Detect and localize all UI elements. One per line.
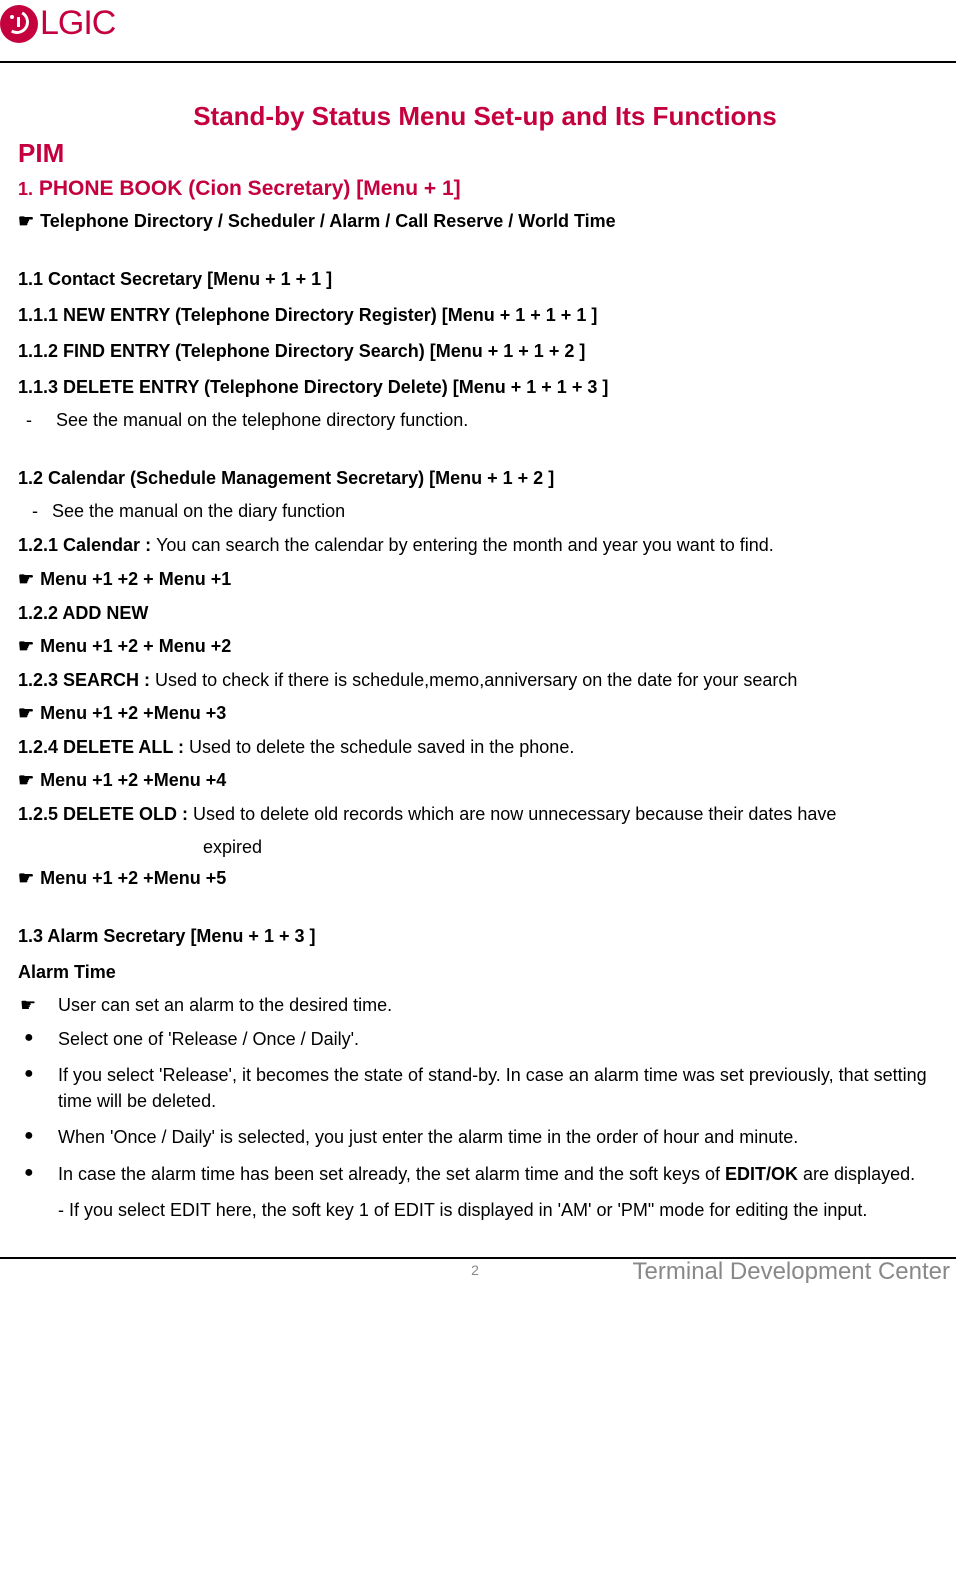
- menu-path: Menu +1 +2 +Menu +4: [40, 770, 226, 790]
- section-1-2-2-menu: ☛ Menu +1 +2 + Menu +2: [18, 636, 952, 657]
- pointer-icon: ☛: [18, 211, 34, 231]
- text: If you select 'Release', it becomes the …: [58, 1062, 952, 1114]
- section-1-1-2: 1.1.2 FIND ENTRY (Telephone Directory Se…: [18, 338, 952, 364]
- brand-text: LGIC: [40, 4, 115, 43]
- section-1-heading: 1. PHONE BOOK (Cion Secretary) [Menu + 1…: [18, 177, 952, 201]
- text: Select one of 'Release / Once / Daily'.: [58, 1026, 952, 1052]
- page-title: Stand-by Status Menu Set-up and Its Func…: [18, 101, 952, 132]
- pointer-icon: ☛: [18, 636, 34, 656]
- alarm-user-note: ☛ User can set an alarm to the desired t…: [18, 995, 952, 1016]
- section-1-2-5: 1.2.5 DELETE OLD : Used to delete old re…: [18, 801, 952, 827]
- alarm-time-label: Alarm Time: [18, 959, 952, 985]
- label: 1.2.1 Calendar :: [18, 535, 156, 555]
- section-title: PHONE BOOK (Cion Secretary) [Menu + 1]: [33, 177, 461, 200]
- section-1-2-4-menu: ☛ Menu +1 +2 +Menu +4: [18, 770, 952, 791]
- edit-ok: EDIT/OK: [725, 1164, 798, 1184]
- desc: Used to delete old records which are now…: [193, 804, 836, 824]
- pointer-icon: ☛: [18, 995, 58, 1016]
- alarm-bullet-1: ● Select one of 'Release / Once / Daily'…: [18, 1026, 952, 1052]
- section-1-1-heading: 1.1 Contact Secretary [Menu + 1 + 1 ]: [18, 266, 952, 292]
- section-1-2-heading: 1.2 Calendar (Schedule Management Secret…: [18, 465, 952, 491]
- page-footer: 2 Terminal Development Center: [0, 1259, 956, 1283]
- note-text: See the manual on the diary function: [52, 501, 345, 521]
- edit-1: EDIT: [170, 1200, 211, 1220]
- text: User can set an alarm to the desired tim…: [58, 995, 952, 1016]
- section-1-2-5-menu: ☛ Menu +1 +2 +Menu +5: [18, 868, 952, 889]
- menu-path: Menu +1 +2 +Menu +3: [40, 703, 226, 723]
- document-body: Stand-by Status Menu Set-up and Its Func…: [0, 63, 956, 1223]
- menu-path: Menu +1 +2 + Menu +2: [40, 636, 231, 656]
- text: When 'Once / Daily' is selected, you jus…: [58, 1124, 952, 1150]
- menu-path: Menu +1 +2 +Menu +5: [40, 868, 226, 888]
- section-1-1-3: 1.1.3 DELETE ENTRY (Telephone Directory …: [18, 374, 952, 400]
- section-1-2-2: 1.2.2 ADD NEW: [18, 600, 952, 626]
- label: 1.2.3 SEARCH :: [18, 670, 155, 690]
- bullet-icon: ●: [18, 1062, 58, 1085]
- edit-2: EDIT: [394, 1200, 435, 1220]
- section-1-2-4: 1.2.4 DELETE ALL : Used to delete the sc…: [18, 734, 952, 760]
- alarm-bullet-4: ● In case the alarm time has been set al…: [18, 1161, 952, 1187]
- label: 1.2.5 DELETE OLD :: [18, 804, 193, 824]
- menu-path: Menu +1 +2 + Menu +1: [40, 569, 231, 589]
- bullet-icon: ●: [18, 1026, 58, 1049]
- lg-logo-icon: [0, 5, 38, 43]
- mid: here, the soft key 1 of: [211, 1200, 394, 1220]
- alarm-bullet-3: ● When 'Once / Daily' is selected, you j…: [18, 1124, 952, 1150]
- dash-icon: -: [32, 501, 38, 521]
- dash-icon: -: [26, 410, 32, 430]
- pre: - If you select: [58, 1200, 170, 1220]
- section-1-2-1-menu: ☛ Menu +1 +2 + Menu +1: [18, 569, 952, 590]
- section-pim: PIM: [18, 138, 952, 169]
- section-1-2-3-menu: ☛ Menu +1 +2 +Menu +3: [18, 703, 952, 724]
- section-1-1-1: 1.1.1 NEW ENTRY (Telephone Directory Reg…: [18, 302, 952, 328]
- section-1-2-5-cont: expired: [18, 837, 952, 858]
- desc: Used to delete the schedule saved in the…: [189, 737, 574, 757]
- footer-org: Terminal Development Center: [479, 1259, 950, 1283]
- alarm-bullet-2: ● If you select 'Release', it becomes th…: [18, 1062, 952, 1114]
- text: In case the alarm time has been set alre…: [58, 1161, 952, 1187]
- subhead-text: Telephone Directory / Scheduler / Alarm …: [40, 211, 616, 231]
- brand-header: LGIC: [0, 0, 956, 43]
- bullet-icon: ●: [18, 1124, 58, 1147]
- section-1-3-heading: 1.3 Alarm Secretary [Menu + 1 + 3 ]: [18, 923, 952, 949]
- post: is displayed in 'AM' or 'PM" mode for ed…: [435, 1200, 868, 1220]
- pointer-icon: ☛: [18, 868, 34, 888]
- section-1-2-note: -See the manual on the diary function: [18, 501, 952, 522]
- note-text: See the manual on the telephone director…: [56, 410, 468, 430]
- bullet-icon: ●: [18, 1161, 58, 1184]
- pre: In case the alarm time has been set alre…: [58, 1164, 725, 1184]
- section-1-2-1: 1.2.1 Calendar : You can search the cale…: [18, 532, 952, 558]
- pointer-icon: ☛: [18, 569, 34, 589]
- alarm-bullet-4-sub: - If you select EDIT here, the soft key …: [18, 1197, 952, 1223]
- post: are displayed.: [798, 1164, 915, 1184]
- section-1-2-3: 1.2.3 SEARCH : Used to check if there is…: [18, 667, 952, 693]
- desc: You can search the calendar by entering …: [156, 535, 774, 555]
- label: 1.2.4 DELETE ALL :: [18, 737, 189, 757]
- section-1-subhead: ☛ Telephone Directory / Scheduler / Alarm…: [18, 211, 952, 232]
- pointer-icon: ☛: [18, 703, 34, 723]
- desc: Used to check if there is schedule,memo,…: [155, 670, 797, 690]
- page-number: 2: [471, 1262, 479, 1278]
- section-1-1-note: - See the manual on the telephone directo…: [18, 410, 952, 431]
- section-number: 1.: [18, 179, 33, 199]
- pointer-icon: ☛: [18, 770, 34, 790]
